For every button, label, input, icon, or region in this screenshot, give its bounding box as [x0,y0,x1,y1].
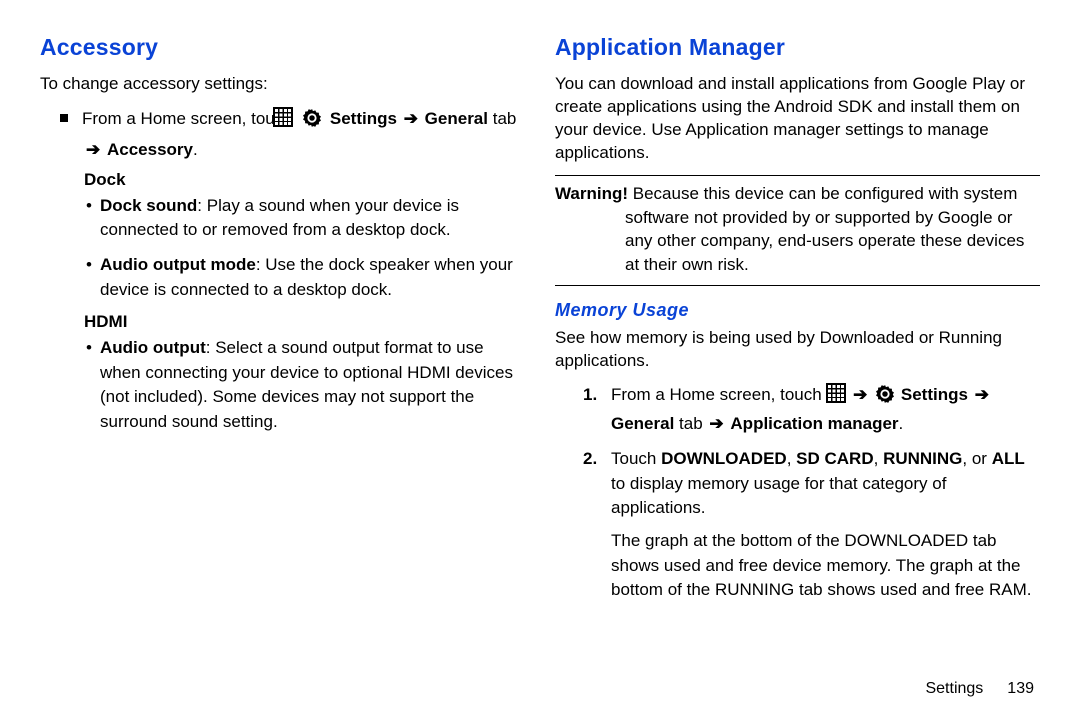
app-manager-heading: Application Manager [555,34,1040,61]
accessory-nav-path: From a Home screen, touch ➔ Settings ➔ G… [50,106,525,164]
document-page: Accessory To change accessory settings: … [0,0,1080,720]
memory-usage-intro: See how memory is being used by Download… [555,327,1040,373]
warning-text: Because this device can be configured wi… [625,184,1024,274]
memory-steps: From a Home screen, touch ➔ Settings ➔ G… [555,383,1040,603]
tab-word: tab [679,414,703,433]
settings-label: Settings [330,109,397,128]
list-item: Dock sound: Play a sound when your devic… [100,194,525,243]
arrow-icon: ➔ [851,385,869,404]
footer-section: Settings [925,680,983,697]
right-column: Application Manager You can download and… [545,34,1050,710]
accessory-heading: Accessory [40,34,525,61]
general-tab-label: General [611,414,674,433]
dock-sound-label: Dock sound [100,196,197,215]
all-label: ALL [992,449,1025,468]
settings-label: Settings [901,385,968,404]
general-tab-label: General [425,109,488,128]
step2-extra: The graph at the bottom of the DOWNLOADE… [611,529,1040,603]
audio-output-label: Audio output [100,338,206,357]
step1-prefix: From a Home screen, touch [611,385,822,404]
arrow-icon: ➔ [402,109,420,128]
arrow-icon: ➔ [973,385,991,404]
step-2: Touch DOWNLOADED, SD CARD, RUNNING, or A… [589,447,1040,603]
warning-block: Warning! Because this device can be conf… [555,182,1040,277]
horizontal-rule [555,285,1040,286]
list-item: Audio output mode: Use the dock speaker … [100,253,525,302]
running-label: RUNNING [883,449,962,468]
apps-grid-icon [826,383,846,411]
nav-prefix: From a Home screen, touch [82,109,293,128]
warning-label: Warning! [555,184,628,203]
downloaded-label: DOWNLOADED [661,449,787,468]
horizontal-rule [555,175,1040,176]
dock-list: Dock sound: Play a sound when your devic… [40,194,525,303]
audio-output-mode-label: Audio output mode [100,255,256,274]
app-manager-intro: You can download and install application… [555,73,1040,165]
square-bullet-icon [60,114,68,122]
settings-gear-icon [874,383,896,413]
hdmi-list: Audio output: Select a sound output form… [40,336,525,435]
sdcard-label: SD CARD [796,449,873,468]
list-item: Audio output: Select a sound output form… [100,336,525,435]
page-footer: Settings 139 [925,680,1034,698]
footer-page-number: 139 [1007,680,1034,697]
left-column: Accessory To change accessory settings: … [40,34,545,710]
app-manager-dest: Application manager [730,414,898,433]
accessory-dest: Accessory [107,140,193,159]
memory-usage-heading: Memory Usage [555,300,1040,321]
step2-prefix: Touch [611,449,661,468]
arrow-icon: ➔ [707,414,725,433]
hdmi-subheading: HDMI [84,312,525,332]
tab-word: tab [493,109,517,128]
accessory-intro: To change accessory settings: [40,73,525,96]
dock-subheading: Dock [84,170,525,190]
arrow-icon: ➔ [84,140,102,159]
step-1: From a Home screen, touch ➔ Settings ➔ G… [589,383,1040,437]
step2-suffix: to display memory usage for that categor… [611,474,946,518]
